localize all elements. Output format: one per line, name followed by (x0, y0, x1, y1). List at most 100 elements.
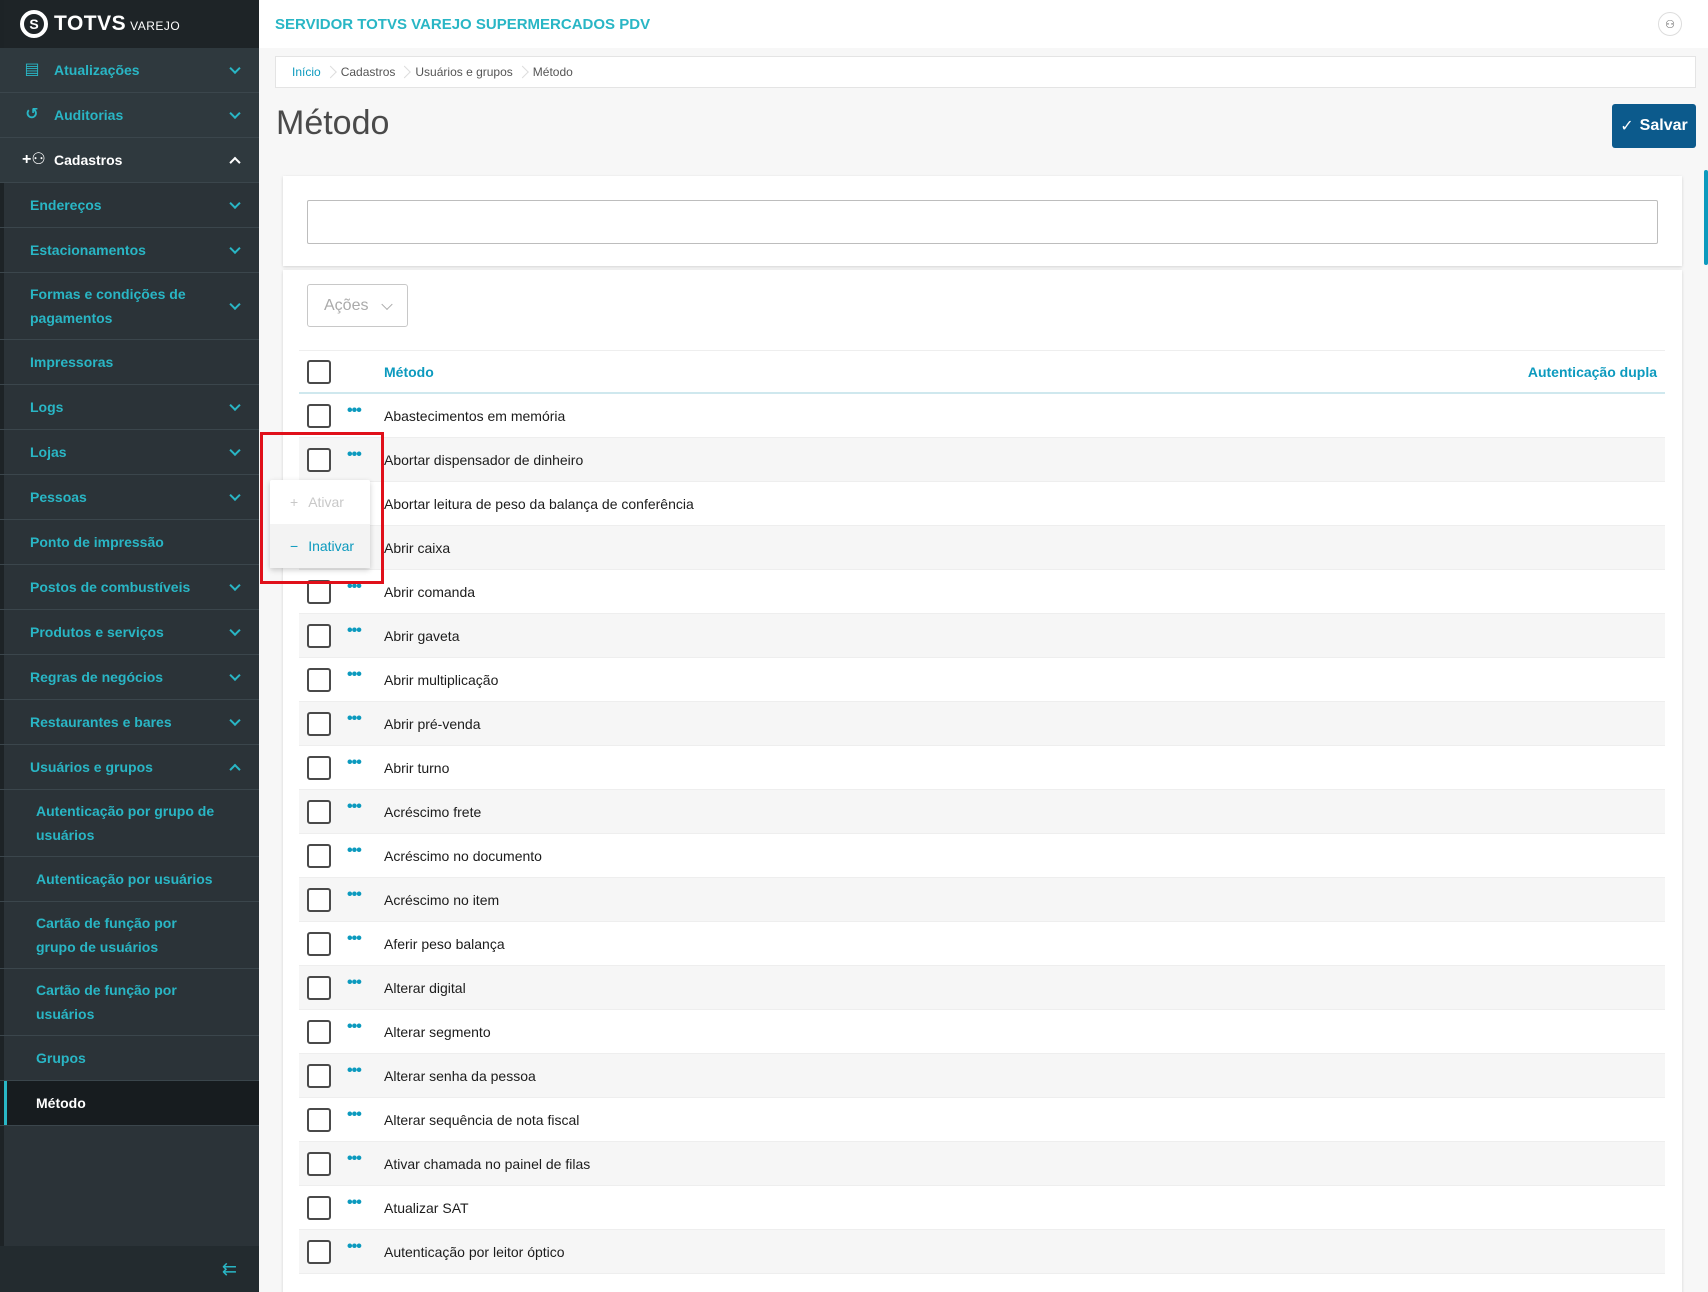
collapse-sidebar-button[interactable]: ⇇ (0, 1246, 259, 1292)
sidebar-item-regras-de-negocios[interactable]: Regras de negócios (0, 655, 259, 700)
table-row[interactable]: •••Aferir peso balançaSIM (299, 922, 1665, 966)
more-options-icon[interactable]: ••• (347, 842, 362, 860)
column-header-autenticacao-dupla[interactable]: Autenticação dupla (1528, 364, 1657, 380)
sidebar-item-produtos-e-servicos[interactable]: Produtos e serviços (0, 610, 259, 655)
sidebar-item-cartao-de-funcao-por-usuarios[interactable]: Cartão de função por usuários (0, 969, 259, 1036)
sidebar-item-formas-e-condicoes-de-pagamentos[interactable]: Formas e condições de pagamentos (0, 273, 259, 340)
topbar: SERVIDOR TOTVS VAREJO SUPERMERCADOS PDV … (259, 0, 1708, 48)
breadcrumb-inicio[interactable]: Início (284, 65, 333, 79)
logo[interactable]: S TOTVS VAREJO (0, 0, 259, 48)
select-all-checkbox[interactable] (307, 359, 331, 384)
sidebar-item-atualizacoes[interactable]: ▤ Atualizações (0, 48, 259, 93)
row-checkbox[interactable] (307, 1195, 331, 1220)
row-checkbox[interactable] (307, 931, 331, 956)
table-row[interactable]: •••Atualizar SATNÃO (299, 1186, 1665, 1230)
more-options-icon[interactable]: ••• (347, 930, 362, 948)
more-options-icon[interactable]: ••• (347, 798, 362, 816)
sidebar-item-estacionamentos[interactable]: Estacionamentos (0, 228, 259, 273)
sidebar-item-lojas[interactable]: Lojas (0, 430, 259, 475)
table-row[interactable]: •••Acréscimo no itemNÃO (299, 878, 1665, 922)
table-row[interactable]: •••Abrir turnoSIM (299, 746, 1665, 790)
table-row[interactable]: •••Alterar segmentoNÃO (299, 1010, 1665, 1054)
sidebar-item-label: Atualizações (54, 62, 140, 78)
more-options-icon[interactable]: ••• (347, 1238, 362, 1256)
method-name: Abrir turno (384, 759, 450, 776)
row-checkbox[interactable] (307, 843, 331, 868)
row-checkbox[interactable] (307, 711, 331, 736)
sidebar-item-grupos[interactable]: Grupos (0, 1036, 259, 1081)
more-options-icon[interactable]: ••• (347, 1106, 362, 1124)
save-button[interactable]: ✓ Salvar (1612, 104, 1696, 148)
more-options-icon[interactable]: ••• (347, 1018, 362, 1036)
history-icon: ↺ (25, 106, 39, 123)
table-body: •••Abastecimentos em memóriaSIM•••Aborta… (299, 394, 1665, 1274)
sidebar-item-autenticacao-por-grupo-de-usuarios[interactable]: Autenticação por grupo de usuários (0, 790, 259, 857)
method-name: Acréscimo frete (384, 803, 482, 820)
table-row[interactable]: •••Abastecimentos em memóriaSIM (299, 394, 1665, 438)
more-options-icon[interactable]: ••• (347, 1062, 362, 1080)
more-options-icon[interactable]: ••• (347, 622, 362, 640)
table-row[interactable]: •••Abortar leitura de peso da balança de… (299, 482, 1665, 526)
row-checkbox[interactable] (307, 755, 331, 780)
table-row[interactable]: •••Abrir gavetaSIM (299, 614, 1665, 658)
sidebar-item-metodo[interactable]: Método (0, 1081, 259, 1126)
more-options-icon[interactable]: ••• (347, 710, 362, 728)
row-checkbox[interactable] (307, 799, 331, 824)
more-options-icon[interactable]: ••• (347, 1150, 362, 1168)
chevron-up-icon (229, 156, 241, 169)
more-options-icon[interactable]: ••• (347, 886, 362, 904)
row-checkbox[interactable] (307, 887, 331, 912)
column-header-metodo[interactable]: Método (384, 364, 434, 380)
sidebar-item-usuarios-e-grupos[interactable]: Usuários e grupos (0, 745, 259, 790)
sidebar-item-enderecos[interactable]: Endereços (0, 183, 259, 228)
more-options-icon[interactable]: ••• (347, 1194, 362, 1212)
table-row[interactable]: •••Alterar digitalSIM (299, 966, 1665, 1010)
row-checkbox[interactable] (307, 403, 331, 428)
sidebar-item-impressoras[interactable]: Impressoras (0, 340, 259, 385)
table-row[interactable]: •••Abrir comandaSIM (299, 570, 1665, 614)
sidebar-item-ponto-de-impressao[interactable]: Ponto de impressão (0, 520, 259, 565)
breadcrumb-cadastros[interactable]: Cadastros (333, 65, 408, 79)
more-options-icon[interactable]: ••• (347, 666, 362, 684)
table-row[interactable]: •••Abrir caixaNÃO (299, 526, 1665, 570)
row-checkbox[interactable] (307, 1239, 331, 1264)
more-options-icon[interactable]: ••• (347, 754, 362, 772)
table-row[interactable]: •••Acréscimo freteNÃO (299, 790, 1665, 834)
more-options-icon[interactable]: ••• (347, 974, 362, 992)
sidebar-item-cartao-de-funcao-por-grupo-de-usuarios[interactable]: Cartão de função por grupo de usuários (0, 902, 259, 969)
sidebar-item-cadastros[interactable]: +⚇ Cadastros (0, 138, 259, 183)
row-checkbox[interactable] (307, 1019, 331, 1044)
sidebar-item-label: Cadastros (54, 152, 123, 168)
table-row[interactable]: •••Acréscimo no documentoNÃO (299, 834, 1665, 878)
table-row[interactable]: •••Alterar senha da pessoaNÃO (299, 1054, 1665, 1098)
totvs-logo-icon: S (20, 10, 48, 38)
sidebar-item-auditorias[interactable]: ↺ Auditorias (0, 93, 259, 138)
row-checkbox[interactable] (307, 1107, 331, 1132)
sidebar-item-logs[interactable]: Logs (0, 385, 259, 430)
row-checkbox[interactable] (307, 623, 331, 648)
sidebar-item-postos-de-combustiveis[interactable]: Postos de combustíveis (0, 565, 259, 610)
sidebar-item-restaurantes-e-bares[interactable]: Restaurantes e bares (0, 700, 259, 745)
table-row[interactable]: •••Abrir multiplicaçãoSIM (299, 658, 1665, 702)
user-profile-button[interactable]: ⚇ (1658, 12, 1682, 36)
table-row[interactable]: •••Autenticação por leitor ópticoNÃO (299, 1230, 1665, 1274)
chevron-down-icon (229, 444, 241, 457)
method-name: Atualizar SAT (384, 1199, 469, 1216)
more-options-icon[interactable]: ••• (347, 402, 362, 420)
search-input[interactable] (307, 200, 1658, 244)
sidebar-item-autenticacao-por-usuarios[interactable]: Autenticação por usuários (0, 857, 259, 902)
row-checkbox[interactable] (307, 975, 331, 1000)
table-row[interactable]: •••Abortar dispensador de dinheiroSIM (299, 438, 1665, 482)
row-checkbox[interactable] (307, 667, 331, 692)
table-row[interactable]: •••Alterar sequência de nota fiscalNÃO (299, 1098, 1665, 1142)
table-row[interactable]: •••Ativar chamada no painel de filasNÃO (299, 1142, 1665, 1186)
method-name: Abrir caixa (384, 539, 451, 556)
sidebar-item-pessoas[interactable]: Pessoas (0, 475, 259, 520)
breadcrumb-usuarios-grupos[interactable]: Usuários e grupos (407, 65, 524, 79)
row-checkbox[interactable] (307, 1063, 331, 1088)
row-checkbox[interactable] (307, 1151, 331, 1176)
sidebar-item-label: Lojas (30, 444, 67, 460)
actions-dropdown[interactable]: Ações (307, 284, 408, 327)
page-scrollbar[interactable] (1704, 170, 1708, 265)
table-row[interactable]: •••Abrir pré-vendaNÃO (299, 702, 1665, 746)
